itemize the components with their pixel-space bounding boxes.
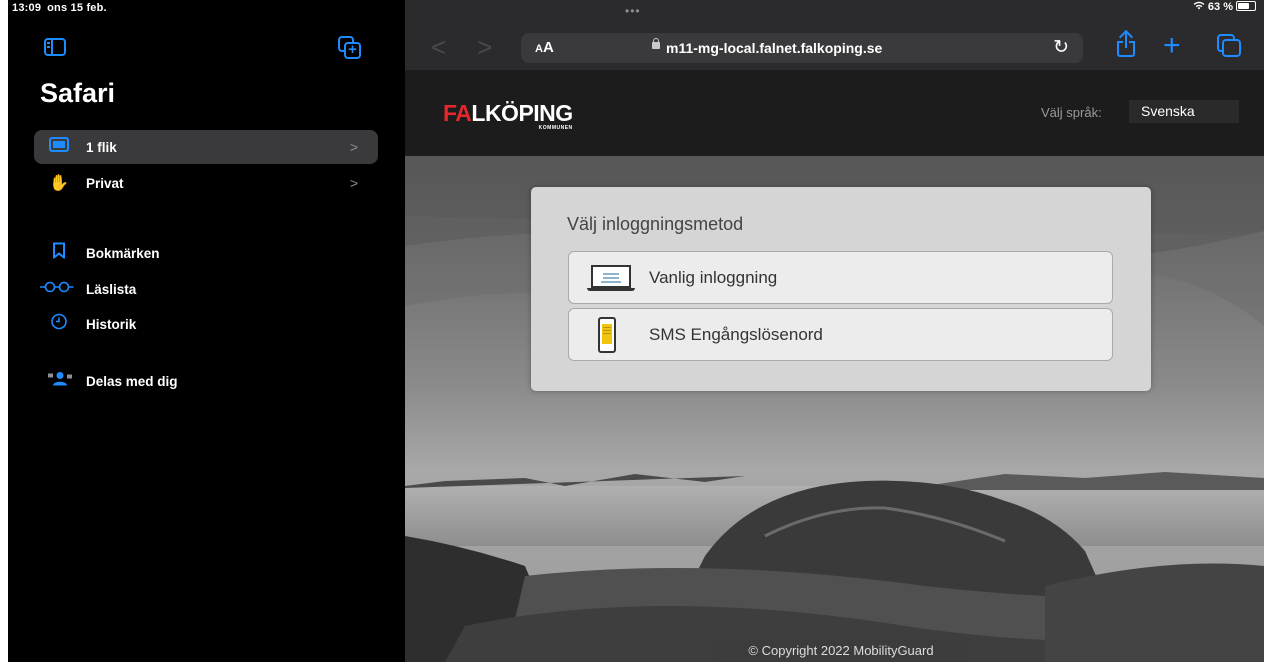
login-title: Välj inloggningsmetod [567,214,744,234]
chevron-right-icon: > [349,139,358,155]
forward-button[interactable]: > [477,34,492,60]
sidebar-title: Safari [40,78,116,108]
safari-sidebar: + Safari 1 flik > ✋ Privat > Bokmärken L… [8,0,405,662]
sms-login-button[interactable]: SMS Engångslösenord [568,308,1113,361]
sms-login-label: SMS Engångslösenord [649,324,823,344]
reload-icon[interactable]: ↻ [1053,36,1069,59]
left-margin [0,0,8,662]
copyright-footer: © Copyright 2022 MobilityGuard [713,640,969,662]
sidebar-item-reading-list[interactable]: Läslista [34,272,378,306]
sidebar-item-label: Bokmärken [86,245,160,261]
back-button[interactable]: < [431,34,446,60]
sidebar-toggle-icon[interactable] [44,38,66,56]
standard-login-label: Vanlig inloggning [649,267,778,287]
laptop-icon [587,265,635,291]
language-label: Välj språk: [1041,105,1102,120]
safari-toolbar: ••• 63 % < > AA m11-mg-local.falnet.falk… [405,0,1264,70]
new-tab-group-icon[interactable]: + [338,36,362,60]
status-bar-right: 63 % [1193,1,1256,13]
status-time: 13:09 [12,2,42,14]
hand-icon: ✋ [49,175,69,192]
tab-icon [48,137,70,157]
battery-percent: 63 % [1207,1,1233,13]
sidebar-item-label: Delas med dig [86,373,178,389]
bookmark-icon [48,242,70,264]
sidebar-item-label: Privat [86,175,124,191]
shared-people-icon [48,372,72,391]
web-page: FALKÖPING KOMMUNEN Välj språk: Svenska V… [405,70,1264,662]
sidebar-item-private[interactable]: ✋ Privat > [34,166,378,200]
sidebar-item-tabs[interactable]: 1 flik > [34,130,378,164]
sidebar-item-label: Läslista [86,281,137,297]
sidebar-item-bookmarks[interactable]: Bokmärken [34,236,378,270]
phone-icon [598,317,616,353]
standard-login-button[interactable]: Vanlig inloggning [568,251,1113,304]
chevron-right-icon: > [349,175,358,191]
sidebar-item-history[interactable]: Historik [34,307,378,341]
multitasking-dots[interactable]: ••• [625,4,641,18]
share-icon[interactable] [1115,29,1137,60]
lock-icon [652,38,660,49]
clock-icon [48,313,70,335]
url-text[interactable]: m11-mg-local.falnet.falkoping.se [666,40,882,56]
glasses-icon [40,280,74,298]
sidebar-item-label: Historik [86,316,137,332]
address-bar[interactable]: AA m11-mg-local.falnet.falkoping.se ↻ [521,33,1083,63]
wifi-icon [1193,1,1208,13]
site-header: FALKÖPING KOMMUNEN Välj språk: Svenska [405,70,1264,156]
sidebar-item-shared-with-you[interactable]: Delas med dig [34,364,378,398]
falkoping-logo[interactable]: FALKÖPING KOMMUNEN [443,100,573,131]
page-settings-button[interactable]: AA [535,39,554,56]
language-select[interactable]: Svenska [1129,100,1239,123]
tab-overview-icon[interactable] [1217,34,1243,60]
new-tab-button[interactable]: + [1163,31,1181,61]
status-bar-left: 13:09 ons 15 feb. [8,0,405,14]
battery-icon [1236,1,1256,11]
status-date: ons 15 feb. [47,2,107,14]
sidebar-item-label: 1 flik [86,139,117,155]
login-method-panel: Välj inloggningsmetod Vanlig inloggning … [531,187,1151,391]
